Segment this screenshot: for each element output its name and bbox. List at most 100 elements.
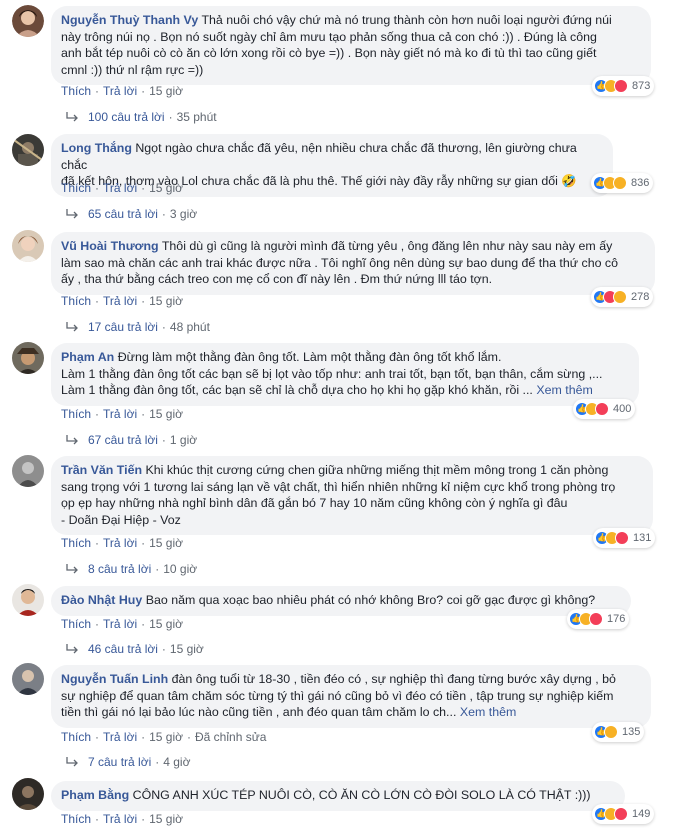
view-replies[interactable]: 17 câu trả lời · 48 phút [66,320,210,334]
comment-text: sang trọng với 1 tương lai sáng lạn về v… [61,479,616,494]
comment-text: Thôi dù gì cũng là người mình đã từng yê… [161,239,613,253]
see-more-link[interactable]: Xem thêm [460,705,516,719]
avatar[interactable] [12,134,44,166]
replies-time: 3 giờ [169,207,198,221]
comment-actions: Thích · Trả lời · 15 giờ [61,617,183,631]
comment-author[interactable]: Trần Văn Tiến [61,463,142,477]
like-link[interactable]: Thích [61,730,91,744]
reply-arrow-icon [66,209,78,219]
reply-arrow-icon [66,435,78,445]
avatar[interactable] [12,5,44,37]
like-link[interactable]: Thích [61,294,91,308]
avatar[interactable] [12,342,44,374]
comment-time[interactable]: 15 giờ [149,294,183,308]
comment-text: sự nghiệp để quan tâm chăm sóc từng tý t… [61,688,614,703]
comment-author[interactable]: Phạm Bằng [61,788,129,802]
comment-actions: Thích · Trả lời · 15 giờ [61,84,183,98]
comment-actions: Thích · Trả lời · 15 giờ [61,536,183,550]
comment-time[interactable]: 15 giờ [149,617,183,631]
avatar[interactable] [12,663,44,695]
avatar[interactable] [12,455,44,487]
reactions-count[interactable]: 👍 278 [591,287,654,307]
comment-actions: Thích · Trả lời · 15 giờ [61,407,183,421]
view-replies[interactable]: 8 câu trả lời · 10 giờ [66,562,197,576]
replies-count[interactable]: 17 câu trả lời [88,320,158,334]
reply-arrow-icon [66,322,78,332]
comment-text: Bao năm qua xoạc bao nhiêu phát có nhớ k… [145,593,596,607]
comment-text: đàn ông tuổi từ 18-30 , tiền đéo có , sự… [171,672,616,686]
comment-time[interactable]: 15 giờ [149,407,183,421]
comment-author[interactable]: Nguyễn Tuấn Linh [61,672,168,686]
avatar[interactable] [12,230,44,262]
reply-arrow-icon [66,644,78,654]
replies-count[interactable]: 46 câu trả lời [88,642,158,656]
comment-text: Đừng làm một thằng đàn ông tốt. Làm một … [117,350,502,364]
reply-link[interactable]: Trả lời [103,181,137,195]
replies-count[interactable]: 8 câu trả lời [88,562,151,576]
replies-time: 1 giờ [169,433,198,447]
view-replies[interactable]: 67 câu trả lời · 1 giờ [66,433,197,447]
replies-count[interactable]: 7 câu trả lời [88,755,151,769]
avatar[interactable] [12,778,44,810]
reply-link[interactable]: Trả lời [103,407,137,421]
love-reaction-icon [595,402,609,416]
view-replies[interactable]: 65 câu trả lời · 3 giờ [66,207,197,221]
like-link[interactable]: Thích [61,181,91,195]
love-reaction-icon [614,79,628,93]
reaction-count: 400 [613,403,632,415]
comment-actions: Thích · Trả lời · 15 giờ [61,812,183,826]
reactions-count[interactable]: 👍 836 [591,173,654,193]
reply-link[interactable]: Trả lời [103,536,137,550]
see-more-link[interactable]: Xem thêm [536,383,592,397]
love-reaction-icon [615,531,629,545]
replies-time: 10 giờ [163,562,198,576]
comment-author[interactable]: Phạm An [61,350,114,364]
comment-time[interactable]: 15 giờ [149,84,183,98]
comment-actions: Thích · Trả lời · 15 giờ · Đã chỉnh sửa [61,730,267,744]
replies-count[interactable]: 65 câu trả lời [88,207,158,221]
comment-text: Thả nuôi chó vậy chứ mà nó trung thành c… [201,13,612,27]
reply-link[interactable]: Trả lời [103,294,137,308]
comment-author[interactable]: Vũ Hoài Thương [61,239,159,253]
view-replies[interactable]: 46 câu trả lời · 15 giờ [66,642,204,656]
like-link[interactable]: Thích [61,536,91,550]
reactions-count[interactable]: 👍 149 [592,804,655,824]
replies-count[interactable]: 100 câu trả lời [88,110,165,124]
reactions-count[interactable]: 👍 873 [592,76,655,96]
reactions-count[interactable]: 👍 131 [593,528,656,548]
comment-text: làm sao mà chăn các anh trai khác được n… [61,255,619,270]
reactions-count[interactable]: 👍 135 [592,722,645,742]
comment-author[interactable]: Đào Nhật Huy [61,593,142,607]
reactions-count[interactable]: 👍 176 [567,609,630,629]
reply-link[interactable]: Trả lời [103,812,137,826]
replies-count[interactable]: 67 câu trả lời [88,433,158,447]
like-link[interactable]: Thích [61,617,91,631]
comment-text: Làm 1 thằng đàn ông tốt, các bạn sẽ chỉ … [61,383,533,397]
comment-time[interactable]: 15 giờ [149,812,183,826]
comment-time[interactable]: 15 giờ [149,536,183,550]
reply-link[interactable]: Trả lời [103,617,137,631]
wow-reaction-icon [613,290,627,304]
like-link[interactable]: Thích [61,407,91,421]
comment-actions: Thích · Trả lời · 15 giờ [61,181,183,195]
edited-label[interactable]: Đã chỉnh sửa [195,730,266,744]
like-link[interactable]: Thích [61,84,91,98]
comment-time[interactable]: 15 giờ [149,181,183,195]
comment-bubble: Phạm Bằng CÔNG ANH XÚC TÉP NUÔI CÒ, CÒ Ă… [51,781,625,811]
view-replies[interactable]: 7 câu trả lời · 4 giờ [66,755,190,769]
reaction-count: 176 [607,613,626,625]
comment-time[interactable]: 15 giờ [149,730,183,744]
reply-arrow-icon [66,564,78,574]
view-replies[interactable]: 100 câu trả lời · 35 phút [66,110,217,124]
comment-text: - Doãn Đại Hiệp - Voz [61,512,181,527]
comment-author[interactable]: Long Thắng [61,141,132,155]
comment-text: ấy , tha thứ bằng cách treo con mẹ cổ co… [61,272,493,286]
reply-link[interactable]: Trả lời [103,84,137,98]
reply-link[interactable]: Trả lời [103,730,137,744]
reactions-count[interactable]: 👍 400 [573,399,636,419]
love-reaction-icon [589,612,603,626]
like-link[interactable]: Thích [61,812,91,826]
comment-text: này trông núi nọ . Bọn nó suốt ngày chỉ … [61,29,597,44]
comment-author[interactable]: Nguyễn Thuỳ Thanh Vy [61,13,198,27]
avatar[interactable] [12,584,44,616]
